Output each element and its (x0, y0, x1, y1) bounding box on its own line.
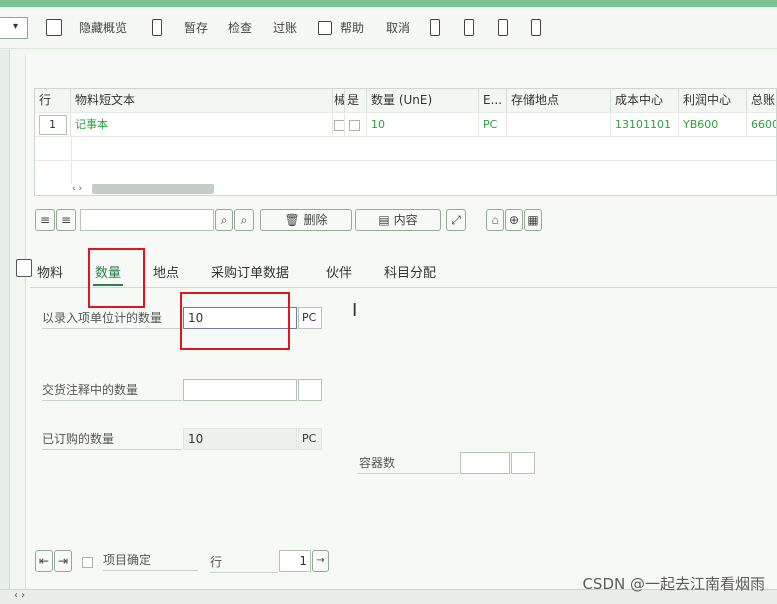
tab-material[interactable]: 物料 (37, 263, 63, 285)
sort-descending-icon[interactable]: ≡ (56, 209, 76, 231)
cell-profit-center[interactable]: YB600 (679, 113, 747, 136)
col-header-row[interactable]: 行 (35, 89, 71, 112)
tab-purchase-order-data[interactable]: 采购订单数据 (211, 263, 289, 285)
delivery-note-quantity-label: 交货注释中的数量 (42, 381, 182, 401)
col-header-storage-location[interactable]: 存储地点 (507, 89, 611, 112)
col-header-gl-account[interactable]: 总账 (747, 89, 776, 112)
flag-checkbox[interactable] (334, 119, 344, 131)
containers-unit[interactable] (511, 452, 535, 474)
previous-item-icon[interactable]: ⇤ (35, 550, 53, 572)
ordered-quantity-label: 已订购的数量 (42, 430, 182, 450)
row-label: 行 (210, 553, 278, 573)
cell-flag[interactable] (333, 113, 345, 136)
ordered-quantity-value: 10 (183, 428, 297, 450)
add-circle-icon[interactable]: ⊕ (505, 209, 523, 231)
cell-cost-center[interactable]: 13101101 (611, 113, 679, 136)
row-divider (35, 136, 776, 137)
col-header-yes[interactable]: 是 (345, 89, 367, 112)
col-header-short-text[interactable]: 物料短文本 (71, 89, 333, 112)
home-icon[interactable]: ⌂ (486, 209, 504, 231)
delete-button[interactable]: 🗑 删除 (260, 209, 352, 231)
cell-storage-location[interactable] (507, 113, 611, 136)
document-icon[interactable] (152, 19, 162, 36)
item-ok-checkbox[interactable] (82, 555, 93, 569)
tab-location[interactable]: 地点 (153, 263, 179, 285)
col-header-unit[interactable]: E... (479, 89, 507, 112)
containers-input[interactable] (460, 452, 510, 474)
row-number-box[interactable]: 1 (38, 115, 67, 135)
cell-short-text[interactable]: 记事本 (71, 113, 333, 136)
cell-gl-account[interactable]: 66000 (747, 113, 776, 136)
page-up-icon[interactable] (430, 19, 440, 36)
cancel-button[interactable]: 取消 (386, 20, 410, 36)
help-button[interactable]: 帮助 (340, 20, 364, 36)
trash-icon: 🗑 (284, 213, 300, 227)
save-icon[interactable] (46, 19, 62, 36)
delete-label: 删除 (303, 213, 328, 227)
col-header-cost-center[interactable]: 成本中心 (611, 89, 679, 112)
go-to-row-icon[interactable]: → (312, 550, 329, 572)
col-header-quantity[interactable]: 数量 (UnE) (367, 89, 479, 112)
horizontal-scrollbar-thumb[interactable] (92, 184, 214, 194)
scroll-left-right-icon[interactable]: ‹ › (72, 184, 82, 194)
check-button[interactable]: 检查 (228, 20, 252, 36)
highlight-box-quantity-field (180, 292, 290, 350)
page-last-icon[interactable] (531, 19, 541, 36)
search-input[interactable] (80, 209, 214, 231)
text-cursor-icon: I (352, 300, 358, 321)
yes-checkbox[interactable] (349, 119, 360, 131)
item-ok-label: 项目确定 (103, 551, 198, 571)
col-header-profit-center[interactable]: 利润中心 (679, 89, 747, 112)
row-divider (35, 160, 776, 161)
item-overview-table: 行 物料短文本 械 是 数量 (UnE) E... 存储地点 成本中心 利润中心… (34, 88, 777, 196)
search-icon[interactable]: ⌕ (215, 209, 233, 231)
info-icon[interactable] (318, 21, 332, 35)
page-next-icon[interactable] (498, 19, 508, 36)
containers-label: 容器数 (357, 454, 459, 474)
highlight-box-quantity-tab (88, 248, 145, 308)
tab-partner[interactable]: 伙伴 (326, 263, 352, 285)
cell-row-number[interactable]: 1 (35, 113, 71, 136)
post-button[interactable]: 过账 (273, 20, 297, 36)
calendar-icon[interactable]: ▦ (524, 209, 542, 231)
left-resize-strip[interactable] (0, 50, 10, 604)
next-item-icon[interactable]: ⇥ (54, 550, 72, 572)
column-divider (71, 136, 72, 184)
hold-button[interactable]: 暂存 (184, 20, 208, 36)
hide-overview-button[interactable]: 隐藏概览 (79, 20, 127, 36)
cell-quantity[interactable]: 10 (367, 113, 479, 136)
content-button[interactable]: ▤ 内容 (355, 209, 441, 231)
sort-ascending-icon[interactable]: ≡ (35, 209, 55, 231)
page-prev-icon[interactable] (464, 19, 474, 36)
delivery-note-uom[interactable] (298, 379, 322, 401)
scroll-arrows-icon[interactable]: ‹ › (14, 590, 25, 601)
tab-account-assignment[interactable]: 科目分配 (384, 263, 436, 285)
transaction-dropdown[interactable]: ▾ (0, 17, 28, 39)
cell-yes[interactable] (345, 113, 367, 136)
entry-unit-uom[interactable]: PC (298, 307, 322, 329)
chevron-down-icon: ▾ (13, 21, 19, 32)
watermark: CSDN @一起去江南看烟雨 (582, 575, 765, 593)
search-next-icon[interactable]: ⌕ (234, 209, 254, 231)
content-label: 内容 (393, 213, 418, 227)
content-icon: ▤ (378, 213, 390, 227)
delivery-note-quantity-input[interactable] (183, 379, 297, 401)
col-header-flag[interactable]: 械 (333, 89, 345, 112)
entry-unit-quantity-label: 以录入项单位计的数量 (42, 309, 182, 329)
tab-list-icon[interactable] (16, 259, 32, 277)
expand-icon[interactable]: ⤢ (446, 209, 466, 231)
window-top-band (0, 0, 777, 7)
cell-unit[interactable]: PC (479, 113, 507, 136)
ordered-uom: PC (298, 428, 322, 450)
row-number-input[interactable]: 1 (279, 550, 311, 572)
